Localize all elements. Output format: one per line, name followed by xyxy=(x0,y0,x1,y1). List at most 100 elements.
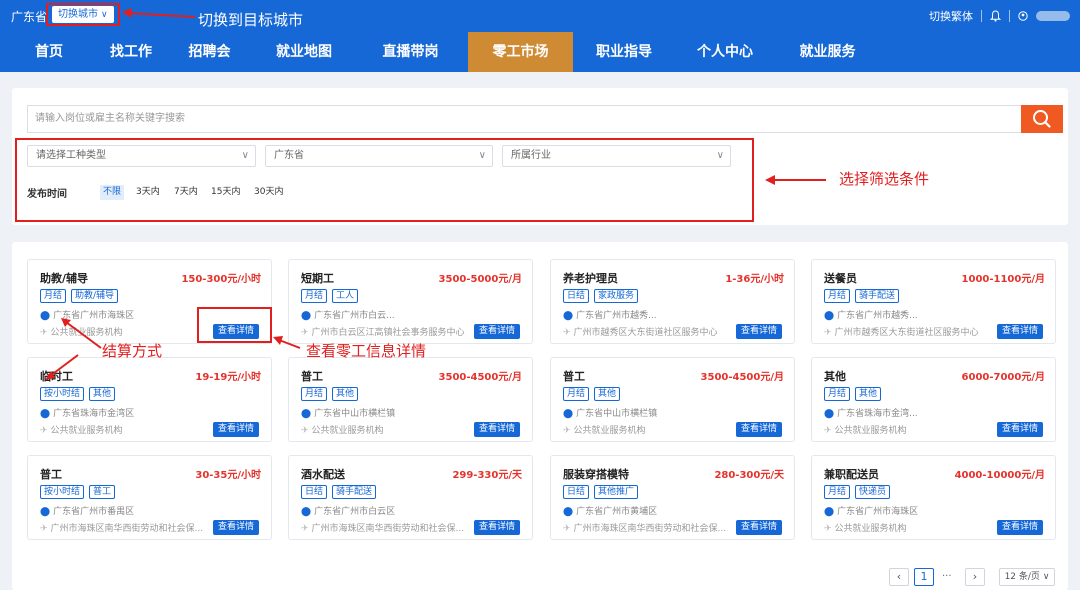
gig-card[interactable]: 临时工 19-19元/小时 按小时结 其他 ⬤ 广东省珠海市金湾区 ✈ 公共就业服务机构 查看详… xyxy=(27,357,272,442)
card-location-text: 广东省广州市黄埔区 xyxy=(576,507,658,517)
bell-icon[interactable] xyxy=(990,10,1001,22)
gig-card[interactable]: 普工 3500-4500元/月 月结 其他 ⬤ 广东省中山市横栏镇 ✈ 公共就业服务机构 查看详… xyxy=(288,357,533,442)
tag: 快递员 xyxy=(855,485,891,499)
card-org-text: 公共就业服务机构 xyxy=(834,524,907,534)
card-location: ⬤ 广东省广州市越秀... xyxy=(563,308,657,321)
gig-card[interactable]: 普工 3500-4500元/月 月结 其他 ⬤ 广东省中山市横栏镇 ✈ 公共就业服务机构 查看详… xyxy=(550,357,795,442)
card-org-text: 广州市海珠区南华西街劳动和社会保... xyxy=(573,524,727,534)
card-location-text: 广东省广州市越秀... xyxy=(576,311,657,321)
nav-item-live[interactable]: 直播带岗 xyxy=(353,32,468,72)
gig-card[interactable]: 兼职配送员 4000-10000元/月 月结 快递员 ⬤ 广东省广州市海珠区 ✈ 公共就业服务… xyxy=(811,455,1056,540)
view-detail-button[interactable]: 查看详情 xyxy=(996,520,1043,535)
tag: 月结 xyxy=(40,289,67,303)
province-label: 广东省 xyxy=(11,10,48,24)
card-title[interactable]: 其他 xyxy=(824,368,846,384)
card-location: ⬤ 广东省广州市海珠区 xyxy=(40,308,134,321)
nav-item-find-job[interactable]: 找工作 xyxy=(98,32,164,72)
card-tags: 日结 骑手配送 xyxy=(301,485,377,499)
annotation-switch-target: 切换到目标城市 xyxy=(198,11,304,29)
nav-item-job-map[interactable]: 就业地图 xyxy=(255,32,353,72)
pager-prev[interactable]: ‹ xyxy=(889,568,909,586)
chevron-down-icon: ∨ xyxy=(1042,572,1050,582)
plane-icon: ✈ xyxy=(824,426,832,436)
tag: 月结 xyxy=(824,387,851,401)
view-detail-button[interactable]: 查看详情 xyxy=(735,520,782,535)
view-detail-button[interactable]: 查看详情 xyxy=(473,422,520,437)
page-size-select[interactable]: 12 条/页 ∨ xyxy=(999,568,1055,586)
view-detail-button[interactable]: 查看详情 xyxy=(996,422,1043,437)
gig-card[interactable]: 养老护理员 1-36元/小时 日结 家政服务 ⬤ 广东省广州市越秀... ✈ 广州市越秀区大东… xyxy=(550,259,795,344)
gig-card[interactable]: 服装穿搭模特 280-300元/天 日结 其他推广 ⬤ 广东省广州市黄埔区 ✈ 广州市海珠区南… xyxy=(550,455,795,540)
nav-item-home[interactable]: 首页 xyxy=(0,32,98,72)
card-title[interactable]: 临时工 xyxy=(40,368,73,384)
annotation-settlement: 结算方式 xyxy=(102,342,163,360)
card-org-text: 广州市越秀区大东街道社区服务中心 xyxy=(573,328,718,338)
view-detail-button[interactable]: 查看详情 xyxy=(473,520,520,535)
card-title[interactable]: 普工 xyxy=(301,368,323,384)
nav-item-personal-center[interactable]: 个人中心 xyxy=(675,32,775,72)
card-title[interactable]: 养老护理员 xyxy=(563,270,618,286)
view-detail-button[interactable]: 查看详情 xyxy=(735,422,782,437)
nav-item-employment-service[interactable]: 就业服务 xyxy=(775,32,880,72)
card-title[interactable]: 普工 xyxy=(563,368,585,384)
search-input[interactable]: 请输入岗位或雇主名称关键字搜索 xyxy=(27,105,1021,133)
username-blurred[interactable] xyxy=(1036,11,1070,21)
tag: 家政服务 xyxy=(594,289,639,303)
tag: 骑手配送 xyxy=(332,485,377,499)
card-org-text: 公共就业服务机构 xyxy=(834,426,907,436)
user-icon[interactable] xyxy=(1018,11,1028,21)
nav-item-career-guide[interactable]: 职业指导 xyxy=(573,32,675,72)
gig-card[interactable]: 酒水配送 299-330元/天 日结 骑手配送 ⬤ 广东省广州市白云区 ✈ 广州市海珠区南华西… xyxy=(288,455,533,540)
card-salary: 3500-5000元/月 xyxy=(438,274,522,285)
card-title[interactable]: 送餐员 xyxy=(824,270,857,286)
gig-card[interactable]: 短期工 3500-5000元/月 月结 工人 ⬤ 广东省广州市白云... ✈ 广州市白云区江高… xyxy=(288,259,533,344)
gig-card[interactable]: 其他 6000-7000元/月 月结 其他 ⬤ 广东省珠海市金湾... ✈ 公共就业服务机构查… xyxy=(811,357,1056,442)
tag: 其他 xyxy=(332,387,359,401)
card-title[interactable]: 服装穿搭模特 xyxy=(563,466,629,482)
nav-item-job-fair[interactable]: 招聘会 xyxy=(164,32,255,72)
card-location-text: 广东省广州市海珠区 xyxy=(837,507,919,517)
plane-icon: ✈ xyxy=(301,426,309,436)
card-location: ⬤ 广东省广州市白云... xyxy=(301,308,395,321)
nav-item-gig-market[interactable]: 零工市场 xyxy=(468,32,573,72)
pin-icon: ⬤ xyxy=(40,409,51,419)
card-title[interactable]: 短期工 xyxy=(301,270,334,286)
view-detail-button[interactable]: 查看详情 xyxy=(212,520,259,535)
card-title[interactable]: 助教/辅导 xyxy=(40,270,88,286)
card-org: ✈ 广州市海珠区南华西街劳动和社会保... xyxy=(301,521,464,534)
gig-card[interactable]: 送餐员 1000-1100元/月 月结 骑手配送 ⬤ 广东省广州市越秀... ✈ 广州市越秀区… xyxy=(811,259,1056,344)
annotation-box-switch-city xyxy=(46,3,120,26)
card-title[interactable]: 普工 xyxy=(40,466,62,482)
gig-card[interactable]: 普工 30-35元/小时 按小时结 普工 ⬤ 广东省广州市番禺区 ✈ 广州市海珠区南华西街劳动… xyxy=(27,455,272,540)
traditional-chinese-toggle[interactable]: 切换繁体 xyxy=(929,8,973,24)
view-detail-button[interactable]: 查看详情 xyxy=(473,324,520,339)
top-bar: 广东省 切换城市 ∨ 切换繁体 xyxy=(0,0,1080,32)
tag: 助教/辅导 xyxy=(71,289,119,303)
card-org: ✈ 公共就业服务机构 xyxy=(563,423,646,436)
pin-icon: ⬤ xyxy=(824,507,835,517)
card-title[interactable]: 酒水配送 xyxy=(301,466,345,482)
view-detail-button[interactable]: 查看详情 xyxy=(212,422,259,437)
pager-ellipsis[interactable]: ··· xyxy=(942,568,952,586)
search-button[interactable] xyxy=(1021,105,1063,133)
pin-icon: ⬤ xyxy=(301,409,312,419)
card-title[interactable]: 兼职配送员 xyxy=(824,466,879,482)
pager-page-1[interactable]: 1 xyxy=(914,568,934,586)
card-org-text: 广州市白云区江高镇社会事务服务中心 xyxy=(311,328,465,338)
card-tags: 月结 快递员 xyxy=(824,485,891,499)
card-tags: 日结 家政服务 xyxy=(563,289,639,303)
pin-icon: ⬤ xyxy=(301,311,312,321)
plane-icon: ✈ xyxy=(563,524,571,534)
annotation-detail: 查看零工信息详情 xyxy=(306,342,427,360)
plane-icon: ✈ xyxy=(301,524,309,534)
card-org: ✈ 公共就业服务机构 xyxy=(40,423,123,436)
tag: 日结 xyxy=(301,485,328,499)
main-nav: 首页 找工作 招聘会 就业地图 直播带岗 零工市场 职业指导 个人中心 就业服务 xyxy=(0,32,1080,72)
tag: 其他推广 xyxy=(594,485,639,499)
pager-next[interactable]: › xyxy=(965,568,985,586)
card-location: ⬤ 广东省中山市横栏镇 xyxy=(301,406,395,419)
view-detail-button[interactable]: 查看详情 xyxy=(996,324,1043,339)
card-salary: 1-36元/小时 xyxy=(725,274,784,285)
card-location-text: 广东省广州市海珠区 xyxy=(53,311,135,321)
view-detail-button[interactable]: 查看详情 xyxy=(735,324,782,339)
